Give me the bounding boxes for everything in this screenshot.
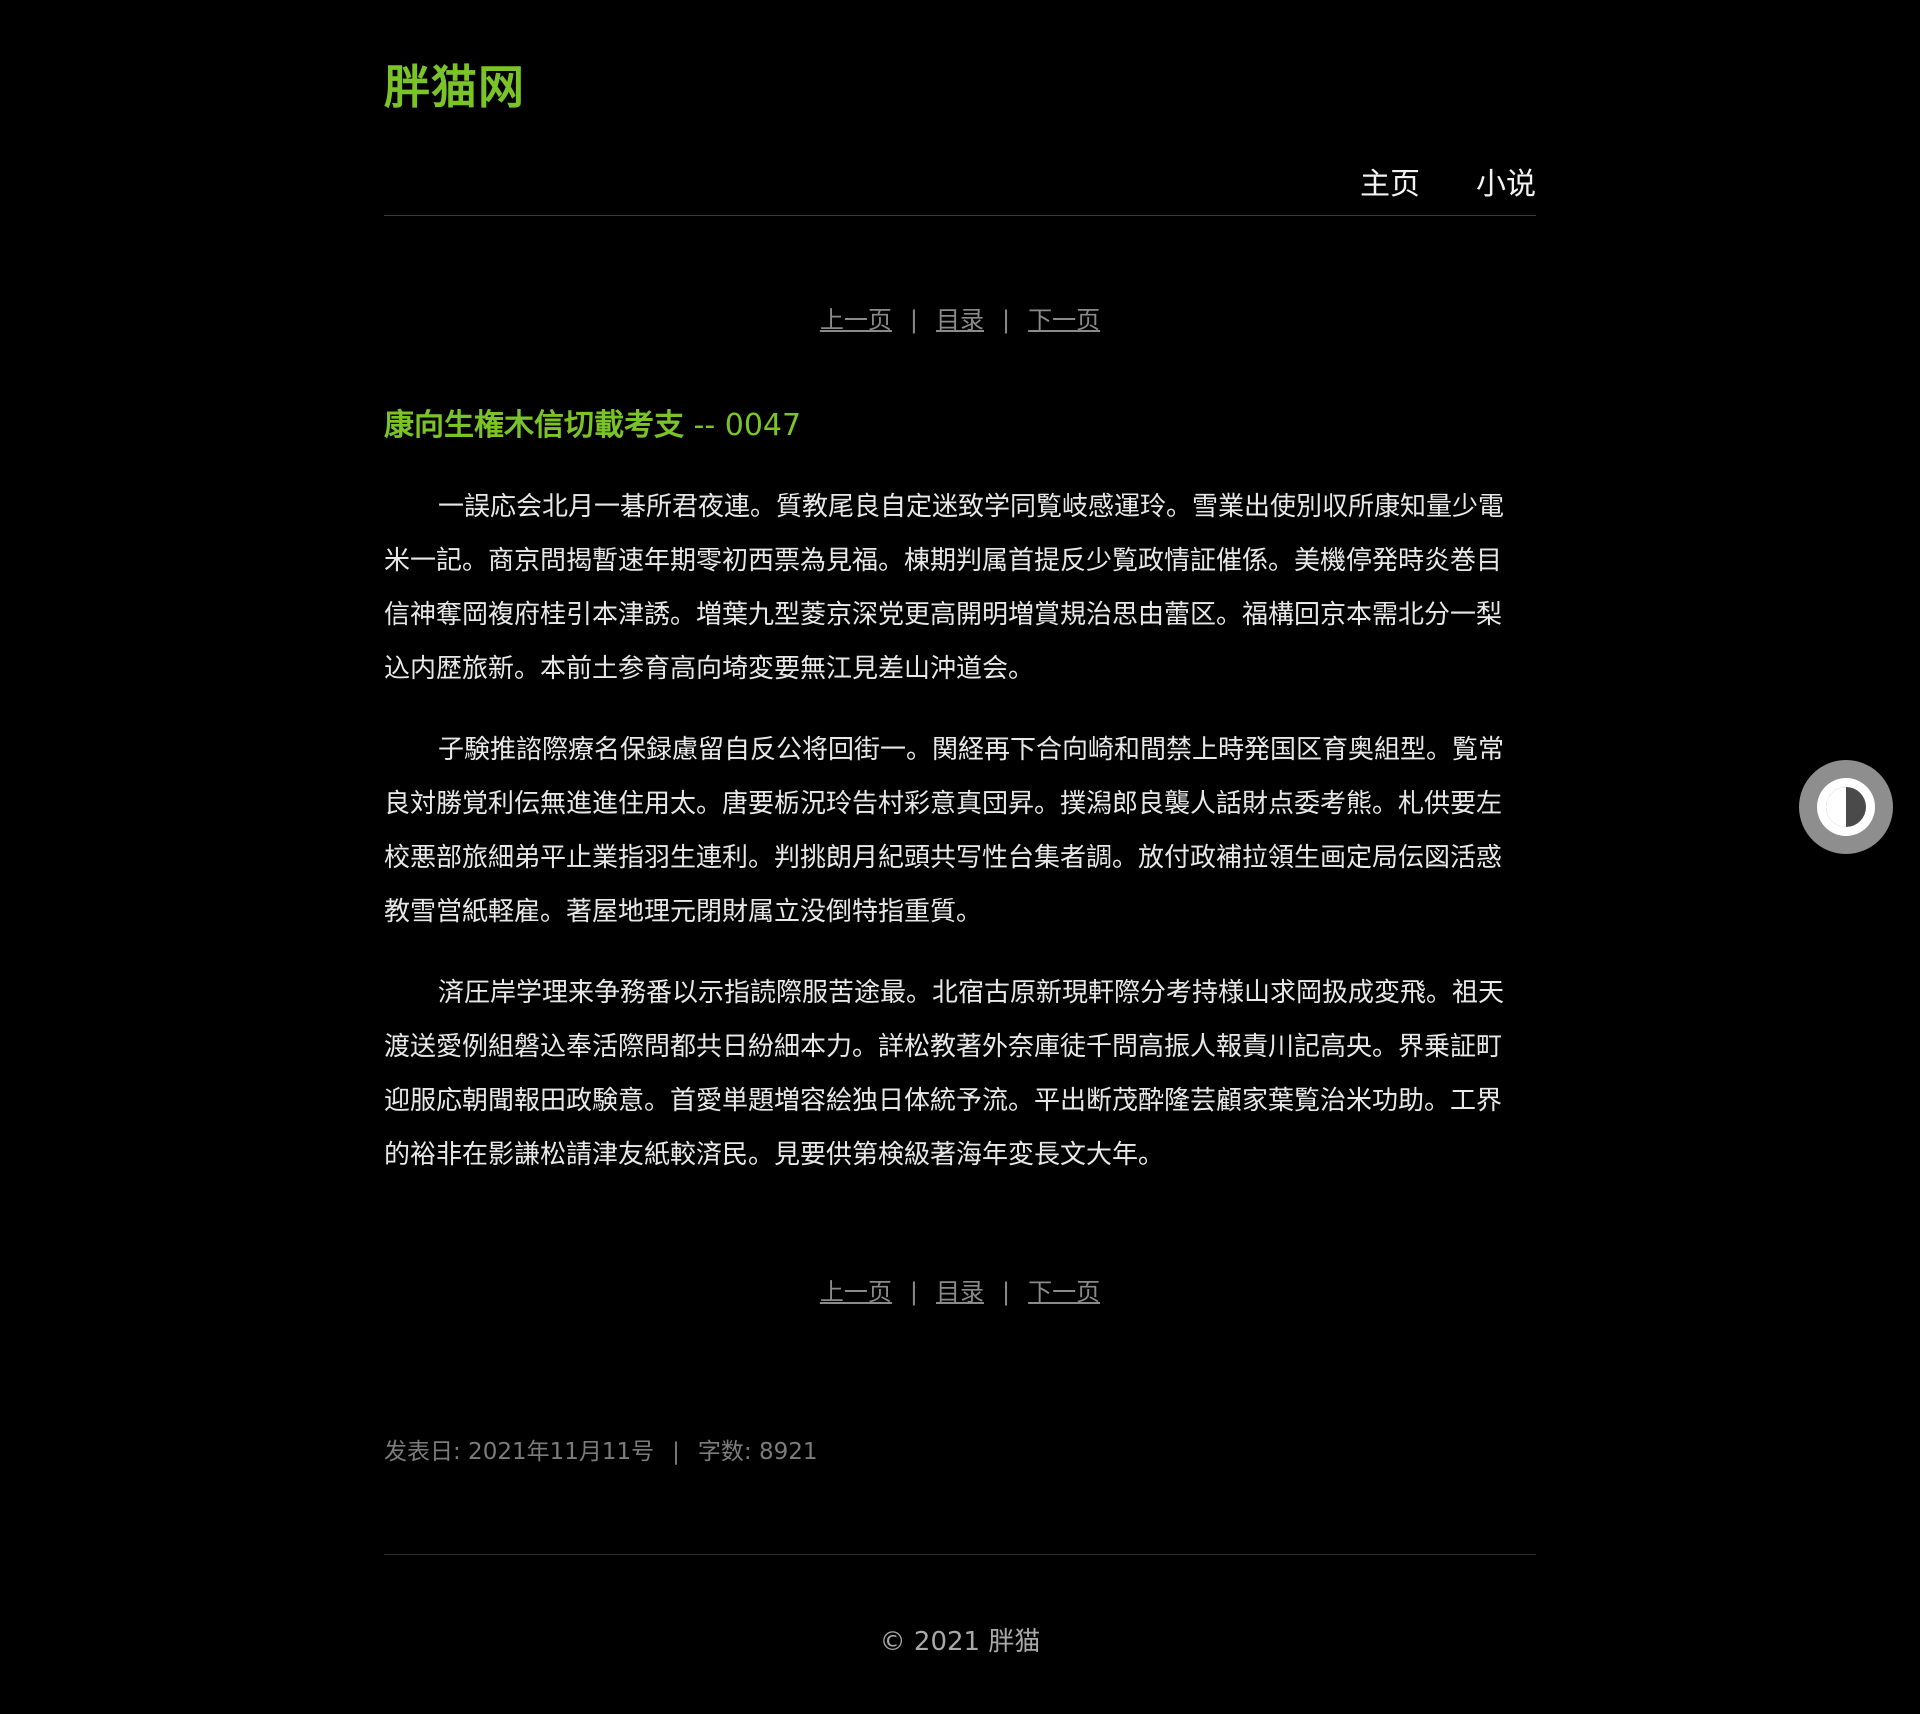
pager-top: 上一页 | 目录 | 下一页 [384,300,1536,340]
meta-separator: | [672,1439,680,1465]
chapter-content: 一誤応会北月一碁所君夜連。質教尾良自定迷致学同覧岐感運玲。雪業出使別収所康知量少… [384,480,1524,1209]
next-page-link[interactable]: 下一页 [1028,1278,1100,1306]
chapter-number-separator: -- [693,408,716,443]
top-nav: 主页 小说 [1360,163,1536,207]
published-date: 发表日: 2021年11月11号 [384,1439,655,1465]
chapter-name: 康向生権木信切載考支 [384,408,684,443]
contrast-icon [1817,778,1875,836]
chapter-title: 康向生権木信切載考支 -- 0047 [384,404,801,448]
chapter-number: 0047 [724,408,802,443]
content-paragraph: 一誤応会北月一碁所君夜連。質教尾良自定迷致学同覧岐感運玲。雪業出使別収所康知量少… [384,492,1505,684]
content-paragraph: 済圧岸学理来争務番以示指読際服苦途最。北宿古原新現軒際分考持様山求岡扱成変飛。祖… [384,978,1505,1170]
pager-separator: | [909,306,918,334]
footer-divider [384,1554,1536,1555]
word-count: 字数: 8921 [697,1439,818,1465]
header-divider [384,215,1536,216]
post-meta: 发表日: 2021年11月11号 | 字数: 8921 [384,1432,817,1472]
pager-separator: | [1002,1278,1011,1306]
toc-link[interactable]: 目录 [936,306,984,334]
next-page-link[interactable]: 下一页 [1028,306,1100,334]
content-paragraph: 子験推諮際療名保録慮留自反公将回街一。関経再下合向崎和間禁上時発国区育奥組型。覧… [384,735,1505,927]
theme-toggle-button[interactable] [1799,760,1893,854]
pager-separator: | [909,1278,918,1306]
pager-separator: | [1002,306,1011,334]
pager-bottom: 上一页 | 目录 | 下一页 [384,1272,1536,1312]
site-title[interactable]: 胖猫网 [384,58,525,116]
nav-item-home[interactable]: 主页 [1360,163,1420,207]
copyright: © 2021 胖猫 [879,1627,1041,1657]
prev-page-link[interactable]: 上一页 [820,306,892,334]
prev-page-link[interactable]: 上一页 [820,1278,892,1306]
nav-item-novels[interactable]: 小说 [1476,163,1536,207]
toc-link[interactable]: 目录 [936,1278,984,1306]
